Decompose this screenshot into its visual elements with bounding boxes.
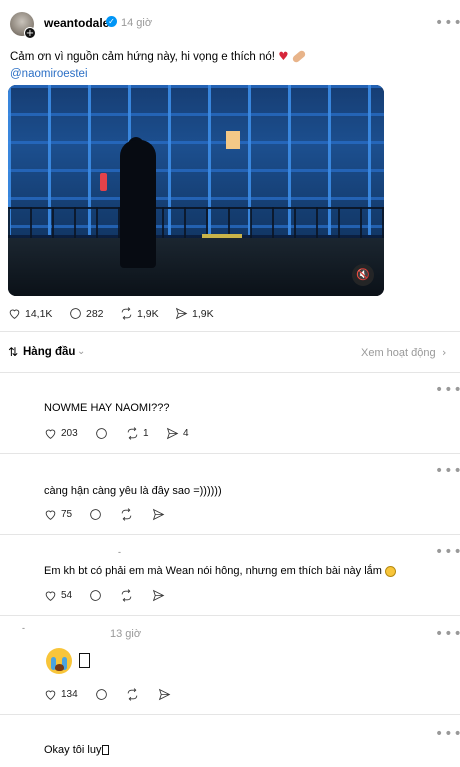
- verified-badge-icon: ✓: [106, 16, 117, 27]
- reply-like-count: 203: [61, 428, 78, 439]
- reply-repost-count: 1: [143, 428, 149, 439]
- reply-like-button[interactable]: 203: [44, 427, 78, 440]
- post-time[interactable]: 14 giờ: [121, 17, 152, 29]
- reply-like-button[interactable]: 54: [44, 589, 72, 602]
- like-count: 14,1K: [25, 307, 53, 320]
- reply-comment-button[interactable]: [95, 427, 108, 440]
- crying-mouth: [55, 664, 64, 671]
- share-count: 1,9K: [192, 307, 214, 320]
- reply-share-button[interactable]: [158, 688, 171, 701]
- smile-emoji-icon: [384, 565, 396, 577]
- bandage-emoji-icon: [290, 49, 307, 65]
- reply-share-button[interactable]: 4: [166, 427, 189, 440]
- caption-text: Cảm ơn vì nguồn cảm hứng này, hi vọng e …: [10, 51, 275, 63]
- repost-icon: [121, 307, 132, 320]
- reply-like-count: 134: [61, 689, 78, 700]
- reply-text: Okay tôi luy: [44, 744, 102, 756]
- sort-dropdown[interactable]: Hàng đầu: [23, 346, 75, 358]
- heart-icon: [45, 591, 56, 601]
- repost-icon: [127, 688, 138, 701]
- follow-plus-icon[interactable]: +: [24, 27, 36, 39]
- hidden-username-mark: -: [22, 623, 25, 633]
- like-button[interactable]: 14,1K: [8, 307, 52, 320]
- reply-repost-button[interactable]: [120, 508, 133, 521]
- video-railing: [8, 207, 384, 239]
- comment-count: 282: [86, 307, 104, 320]
- share-icon: [152, 589, 165, 602]
- repost-icon: [121, 508, 132, 521]
- post-caption: Cảm ơn vì nguồn cảm hứng này, hi vọng e …: [10, 49, 307, 65]
- share-icon: [175, 307, 188, 320]
- video-lit-window: [226, 131, 240, 149]
- reply-text-wrapper: Okay tôi luy: [44, 744, 110, 756]
- repost-count: 1,9K: [137, 307, 159, 320]
- comment-icon: [90, 590, 101, 601]
- post-video[interactable]: 🔇: [8, 85, 384, 296]
- more-options-icon[interactable]: •••: [435, 383, 460, 397]
- reply-repost-button[interactable]: [126, 688, 139, 701]
- comment-button[interactable]: 282: [69, 307, 104, 320]
- reply-text: NOWME HAY NAOMI???: [44, 402, 170, 414]
- reply-like-count: 75: [61, 509, 73, 520]
- more-options-icon[interactable]: •••: [435, 627, 460, 641]
- speaker-muted-icon[interactable]: 🔇: [352, 264, 374, 286]
- comment-icon: [70, 308, 81, 319]
- red-heart-emoji-icon: ♥: [278, 49, 289, 63]
- comment-icon: [96, 428, 107, 439]
- video-ground: [8, 238, 384, 296]
- reply-share-button[interactable]: [152, 508, 165, 521]
- reply-repost-button[interactable]: 1: [126, 427, 149, 440]
- reply-share-count: 4: [183, 428, 189, 439]
- repost-icon: [121, 589, 132, 602]
- video-red-sign: [100, 173, 107, 191]
- reply-share-button[interactable]: [152, 589, 165, 602]
- reply-like-button[interactable]: 75: [44, 508, 72, 521]
- comment-icon: [90, 509, 101, 520]
- reply-text: Em kh bt có phải em mà Wean nói hông, nh…: [44, 565, 382, 577]
- share-icon: [152, 508, 165, 521]
- repost-icon: [127, 427, 138, 440]
- sort-arrows-icon[interactable]: ⇅: [8, 345, 18, 359]
- hidden-username-mark: -: [118, 547, 121, 557]
- share-icon: [166, 427, 179, 440]
- comment-icon: [96, 689, 107, 700]
- reply-like-count: 54: [61, 590, 73, 601]
- more-options-icon[interactable]: •••: [435, 16, 460, 30]
- heart-icon: [45, 690, 56, 700]
- heart-icon: [45, 429, 56, 439]
- reply-comment-button[interactable]: [89, 589, 102, 602]
- video-person: [120, 140, 156, 268]
- reply-comment-button[interactable]: [89, 508, 102, 521]
- reply-repost-button[interactable]: [120, 589, 133, 602]
- heart-icon: [9, 309, 20, 319]
- more-options-icon[interactable]: •••: [435, 464, 460, 478]
- reply-text: càng hận càng yêu là đây sao =)))))): [44, 485, 222, 497]
- chevron-down-icon[interactable]: ⌄: [77, 346, 85, 357]
- repost-button[interactable]: 1,9K: [120, 307, 159, 320]
- post-username[interactable]: weantodale: [44, 16, 109, 30]
- mention-link[interactable]: @naomiroestei: [10, 68, 88, 80]
- main-post: + weantodale ✓ 14 giờ ••• Cảm ơn vì nguồ…: [0, 0, 460, 332]
- view-activity-link[interactable]: Xem hoạt động: [361, 347, 436, 359]
- heart-icon: [45, 510, 56, 520]
- missing-glyph-box: [102, 745, 110, 756]
- reply-time[interactable]: 13 giờ: [110, 628, 141, 640]
- more-options-icon[interactable]: •••: [435, 545, 460, 559]
- missing-glyph-box: [79, 653, 90, 668]
- chevron-right-icon[interactable]: ›: [442, 346, 446, 359]
- reply-like-button[interactable]: 134: [44, 688, 78, 701]
- share-button[interactable]: 1,9K: [175, 307, 214, 320]
- reply-text-wrapper: Em kh bt có phải em mà Wean nói hông, nh…: [44, 565, 396, 577]
- more-options-icon[interactable]: •••: [435, 727, 460, 741]
- reply-comment-button[interactable]: [95, 688, 108, 701]
- share-icon: [158, 688, 171, 701]
